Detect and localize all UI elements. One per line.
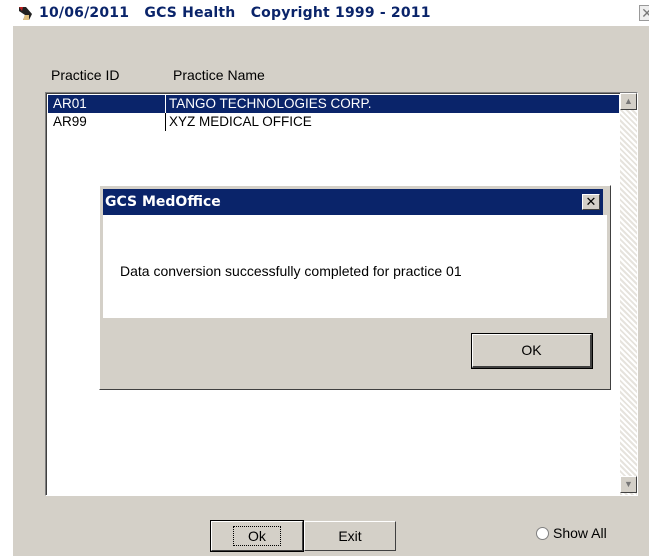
main-window: 10/06/2011 GCS Health Copyright 1999 - 2…	[12, 0, 649, 556]
scroll-up-button[interactable]: ▲	[620, 93, 637, 110]
window-title: 10/06/2011 GCS Health Copyright 1999 - 2…	[39, 5, 431, 21]
list-item[interactable]: AR01 TANGO TECHNOLOGIES CORP.	[48, 95, 619, 113]
column-header-practice-id[interactable]: Practice ID	[51, 67, 119, 83]
practice-name-cell: XYZ MEDICAL OFFICE	[165, 113, 312, 131]
message-dialog: GCS MedOffice ✕ Data conversion successf…	[99, 185, 611, 390]
dialog-ok-button[interactable]: OK	[472, 334, 592, 368]
practice-id-cell: AR01	[53, 96, 87, 111]
list-vertical-scrollbar[interactable]: ▲ ▼	[620, 93, 637, 495]
dialog-titlebar[interactable]: GCS MedOffice ✕	[103, 189, 603, 215]
dialog-body: Data conversion successfully completed f…	[103, 215, 607, 318]
show-all-radio[interactable]: Show All	[536, 525, 607, 541]
dialog-message: Data conversion successfully completed f…	[120, 263, 462, 279]
app-logo-icon	[17, 4, 35, 22]
exit-button[interactable]: Exit	[304, 521, 396, 551]
dialog-title: GCS MedOffice	[105, 194, 221, 210]
column-header-practice-name[interactable]: Practice Name	[173, 67, 265, 83]
show-all-label: Show All	[553, 525, 607, 541]
window-close-button[interactable]: ✕	[639, 5, 649, 21]
practice-name-cell: TANGO TECHNOLOGIES CORP.	[165, 95, 372, 113]
dialog-close-button[interactable]: ✕	[582, 194, 600, 210]
window-titlebar[interactable]: 10/06/2011 GCS Health Copyright 1999 - 2…	[13, 0, 649, 26]
scroll-down-button[interactable]: ▼	[620, 476, 637, 493]
ok-button[interactable]: Ok	[211, 521, 303, 551]
radio-circle-icon[interactable]	[536, 526, 549, 540]
list-item[interactable]: AR99 XYZ MEDICAL OFFICE	[48, 113, 619, 131]
ok-button-label: Ok	[233, 526, 281, 546]
practice-id-cell: AR99	[53, 114, 87, 129]
